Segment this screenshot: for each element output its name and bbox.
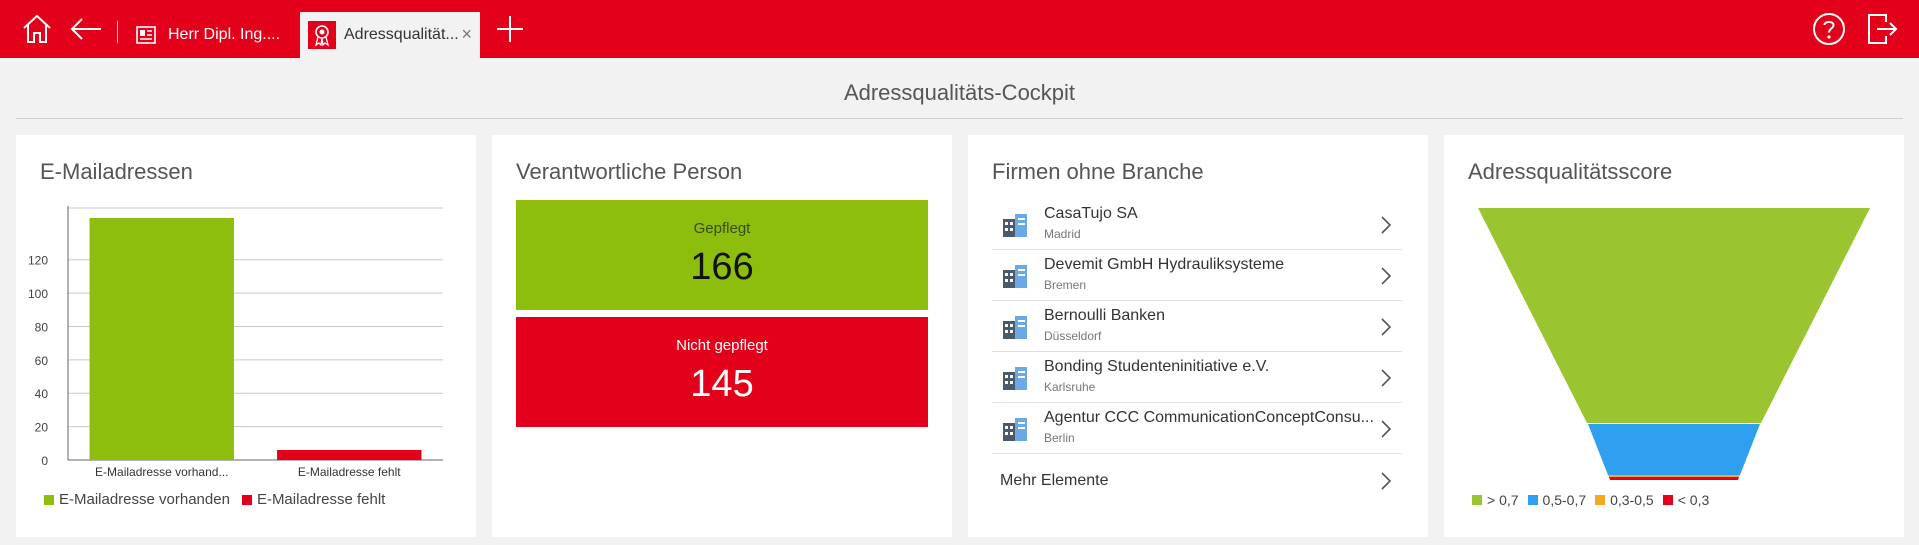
funnel-legend: > 0,7 0,5-0,7 0,3-0,5 < 0,3 — [1472, 492, 1718, 508]
legend-swatch — [1472, 495, 1482, 505]
legend-swatch — [44, 494, 54, 505]
home-icon — [23, 14, 51, 43]
funnel-segment-very-low[interactable] — [1609, 477, 1739, 480]
y-tick-label: 100 — [28, 287, 48, 301]
x-tick-label: E-Mailadresse vorhand... — [95, 465, 228, 479]
building-icon — [1003, 418, 1027, 441]
company-list: CasaTujo SA Madrid Devemit GmbH Hydrauli… — [992, 199, 1402, 506]
tab-label: Herr Dipl. Ing.... — [168, 26, 281, 43]
card-title: Firmen ohne Branche — [992, 159, 1204, 184]
company-name: Bernoulli Banken — [1044, 307, 1165, 324]
legend-swatch — [241, 494, 252, 505]
home-button[interactable] — [14, 0, 60, 58]
tab-close-button[interactable]: × — [461, 25, 472, 43]
chevron-right-icon — [1381, 216, 1392, 234]
list-item[interactable]: Bonding Studenteninitiative e.V. Karlsru… — [992, 352, 1402, 403]
tile-label: Nicht gepflegt — [676, 337, 768, 354]
y-tick-label: 60 — [35, 354, 49, 368]
legend-item[interactable]: E-Mailadresse vorhanden — [44, 491, 230, 508]
y-tick-label: 0 — [41, 454, 48, 468]
list-item[interactable]: Devemit GmbH Hydrauliksysteme Bremen — [992, 250, 1402, 301]
address-quality-score-card: Adressqualitätsscore > 0,7 0,5-0,7 0,3-0… — [1444, 135, 1904, 537]
legend-item[interactable]: < 0,3 — [1662, 492, 1710, 508]
tile-value: 166 — [690, 246, 754, 288]
help-icon — [1813, 13, 1845, 45]
title-divider — [16, 118, 1903, 119]
add-tab-button[interactable] — [490, 0, 530, 58]
email-bar-chart: 0 20 40 60 80 100 120 E-Mailadresse vorhand... E… — [28, 206, 443, 479]
legend-label: 0,3-0,5 — [1610, 492, 1654, 508]
legend-label: E-Mailadresse vorhanden — [59, 491, 230, 508]
logout-icon — [1868, 14, 1898, 44]
company-city: Bremen — [1044, 278, 1087, 292]
card-title: Verantwortliche Person — [516, 159, 743, 184]
legend-item[interactable]: 0,3-0,5 — [1595, 492, 1654, 508]
funnel-segment-low[interactable] — [1608, 475, 1740, 477]
legend-label: E-Mailadresse fehlt — [256, 491, 386, 508]
tab-address-quality[interactable]: Adressqualität... × — [300, 12, 480, 58]
company-city: Berlin — [1044, 431, 1075, 445]
x-tick-label: E-Mailadresse fehlt — [298, 465, 401, 479]
company-city: Karlsruhe — [1044, 380, 1096, 394]
legend-label: 0,5-0,7 — [1542, 492, 1587, 508]
list-item[interactable]: Bernoulli Banken Düsseldorf — [992, 301, 1402, 352]
divider — [117, 21, 118, 43]
contact-card-icon — [132, 21, 160, 49]
legend-item[interactable]: E-Mailadresse fehlt — [241, 491, 386, 508]
top-bar: Herr Dipl. Ing.... Adressqualität... × — [0, 0, 1919, 58]
email-addresses-card: E-Mailadressen 0 20 40 60 80 100 120 E-Mailadre… — [16, 135, 476, 537]
quality-funnel-chart — [1478, 208, 1870, 480]
more-items-label: Mehr Elemente — [1000, 472, 1109, 489]
building-icon — [1003, 316, 1027, 339]
building-icon — [1003, 214, 1027, 237]
chevron-right-icon — [1381, 318, 1392, 336]
logout-button[interactable] — [1862, 0, 1902, 58]
company-name: Bonding Studenteninitiative e.V. — [1044, 358, 1270, 375]
not-maintained-tile[interactable]: Nicht gepflegt 145 — [516, 317, 928, 427]
company-name: Devemit GmbH Hydrauliksysteme — [1044, 256, 1285, 273]
legend-swatch — [1527, 495, 1538, 505]
page-title: Adressqualitäts-Cockpit — [843, 80, 1076, 105]
chart-legend: E-Mailadresse vorhanden E-Mailadresse fe… — [44, 491, 397, 508]
legend-swatch — [1595, 495, 1606, 505]
funnel-segment-medium[interactable] — [1588, 424, 1760, 475]
chevron-right-icon — [1381, 420, 1392, 438]
quality-badge-icon — [308, 21, 336, 49]
companies-without-industry-card: Firmen ohne Branche CasaTujo SA Madrid D… — [968, 135, 1428, 537]
tab-contact[interactable]: Herr Dipl. Ing.... — [124, 12, 284, 58]
chevron-right-icon — [1381, 369, 1392, 387]
funnel-segment-high[interactable] — [1478, 208, 1870, 423]
arrow-left-icon — [70, 18, 101, 40]
plus-icon — [497, 16, 523, 42]
y-tick-label: 40 — [35, 387, 49, 401]
legend-item[interactable]: > 0,7 — [1472, 492, 1519, 508]
company-city: Düsseldorf — [1044, 329, 1102, 343]
legend-label: < 0,3 — [1677, 492, 1710, 508]
legend-label: > 0,7 — [1487, 492, 1519, 508]
company-city: Madrid — [1044, 227, 1081, 241]
bar[interactable] — [277, 449, 422, 460]
bar[interactable] — [89, 218, 234, 460]
y-tick-label: 120 — [28, 254, 48, 268]
y-tick-label: 80 — [35, 320, 49, 334]
legend-item[interactable]: 0,5-0,7 — [1527, 492, 1587, 508]
list-item[interactable]: Agentur CCC CommunicationConceptConsu...… — [992, 403, 1402, 454]
responsible-person-card: Verantwortliche Person Gepflegt 166 Nich… — [492, 135, 952, 537]
y-tick-label: 20 — [35, 421, 49, 435]
legend-swatch — [1662, 495, 1673, 505]
tile-label: Gepflegt — [693, 220, 751, 237]
tile-value: 145 — [690, 363, 754, 405]
chevron-right-icon — [1381, 267, 1392, 285]
more-items-link[interactable]: Mehr Elemente — [992, 454, 1402, 506]
building-icon — [1003, 367, 1027, 390]
chevron-right-icon — [1381, 472, 1392, 490]
back-button[interactable] — [64, 0, 108, 58]
help-button[interactable] — [1808, 0, 1850, 58]
maintained-tile[interactable]: Gepflegt 166 — [516, 200, 928, 310]
building-icon — [1003, 265, 1027, 288]
list-item[interactable]: CasaTujo SA Madrid — [992, 199, 1402, 250]
company-name: Agentur CCC CommunicationConceptConsu... — [1044, 409, 1374, 426]
company-name: CasaTujo SA — [1044, 205, 1138, 222]
tab-label: Adressqualität... — [344, 26, 459, 43]
